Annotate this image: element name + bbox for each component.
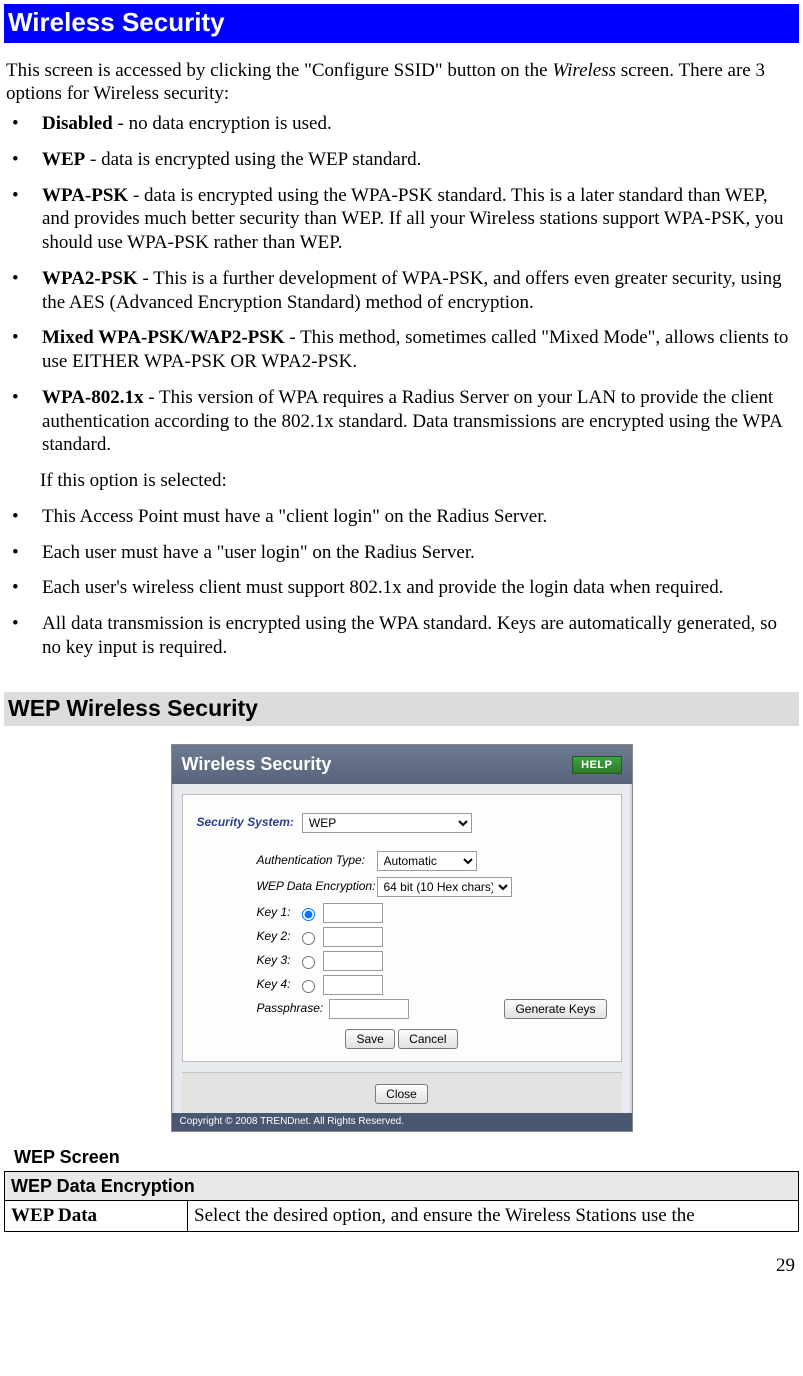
key-row: Key 2: — [257, 927, 607, 947]
table-row-label: WEP Data — [5, 1201, 188, 1232]
passphrase-label: Passphrase: — [257, 1001, 324, 1016]
key-input[interactable] — [323, 951, 383, 971]
intro-paragraph: This screen is accessed by clicking the … — [6, 59, 797, 107]
wep-data-table: WEP Data Encryption WEP Data Select the … — [4, 1171, 799, 1232]
table-header: WEP Data Encryption — [5, 1171, 799, 1201]
key-label: Key 4: — [257, 977, 297, 992]
option-item: WPA-PSK - data is encrypted using the WP… — [6, 184, 797, 255]
screenshot-title: Wireless Security — [182, 753, 332, 776]
generate-keys-button[interactable]: Generate Keys — [504, 999, 606, 1019]
save-button[interactable]: Save — [345, 1029, 394, 1049]
option-item: WEP - data is encrypted using the WEP st… — [6, 148, 797, 172]
key-label: Key 1: — [257, 905, 297, 920]
help-button[interactable]: HELP — [572, 756, 621, 774]
key-radio[interactable] — [302, 932, 315, 945]
sub-bullets-list: This Access Point must have a "client lo… — [6, 505, 797, 660]
key-label: Key 2: — [257, 929, 297, 944]
key-radio[interactable] — [302, 980, 315, 993]
security-system-select[interactable]: WEP — [302, 813, 472, 833]
wep-enc-select[interactable]: 64 bit (10 Hex chars) — [377, 877, 512, 897]
key-row: Key 3: — [257, 951, 607, 971]
close-button[interactable]: Close — [375, 1084, 428, 1104]
key-input[interactable] — [323, 975, 383, 995]
sub-bullet-item: This Access Point must have a "client lo… — [6, 505, 797, 529]
key-radio[interactable] — [302, 956, 315, 969]
key-row: Key 1: — [257, 903, 607, 923]
key-input[interactable] — [323, 927, 383, 947]
figure-caption: WEP Screen — [14, 1146, 797, 1169]
options-list: Disabled - no data encryption is used. WE… — [6, 112, 797, 457]
screenshot-header: Wireless Security HELP — [172, 745, 632, 784]
screenshot-close-bar: Close — [182, 1072, 622, 1113]
wep-screenshot: Wireless Security HELP Security System: … — [171, 744, 633, 1132]
sub-bullet-item: All data transmission is encrypted using… — [6, 612, 797, 660]
cancel-button[interactable]: Cancel — [398, 1029, 457, 1049]
wep-enc-label: WEP Data Encryption: — [257, 879, 377, 894]
option-item: Mixed WPA-PSK/WAP2-PSK - This method, so… — [6, 326, 797, 374]
security-system-label: Security System: — [197, 815, 294, 830]
page-banner: Wireless Security — [4, 4, 799, 43]
key-label: Key 3: — [257, 953, 297, 968]
sub-bullet-item: Each user's wireless client must support… — [6, 576, 797, 600]
option-item: WPA2-PSK - This is a further development… — [6, 267, 797, 315]
sub-bullet-item: Each user must have a "user login" on th… — [6, 541, 797, 565]
auth-type-label: Authentication Type: — [257, 853, 377, 868]
key-input[interactable] — [323, 903, 383, 923]
screenshot-copyright: Copyright © 2008 TRENDnet. All Rights Re… — [172, 1113, 632, 1132]
key-row: Key 4: — [257, 975, 607, 995]
key-radio[interactable] — [302, 908, 315, 921]
table-row-text: Select the desired option, and ensure th… — [188, 1201, 799, 1232]
option-item: WPA-802.1x - This version of WPA require… — [6, 386, 797, 457]
auth-type-select[interactable]: Automatic — [377, 851, 477, 871]
sub-note: If this option is selected: — [40, 469, 799, 493]
page-number: 29 — [4, 1254, 799, 1278]
passphrase-input[interactable] — [329, 999, 409, 1019]
screenshot-body: Security System: WEP Authentication Type… — [182, 794, 622, 1062]
section-heading: WEP Wireless Security — [4, 692, 799, 727]
screenshot-container: Wireless Security HELP Security System: … — [4, 744, 799, 1132]
option-item: Disabled - no data encryption is used. — [6, 112, 797, 136]
